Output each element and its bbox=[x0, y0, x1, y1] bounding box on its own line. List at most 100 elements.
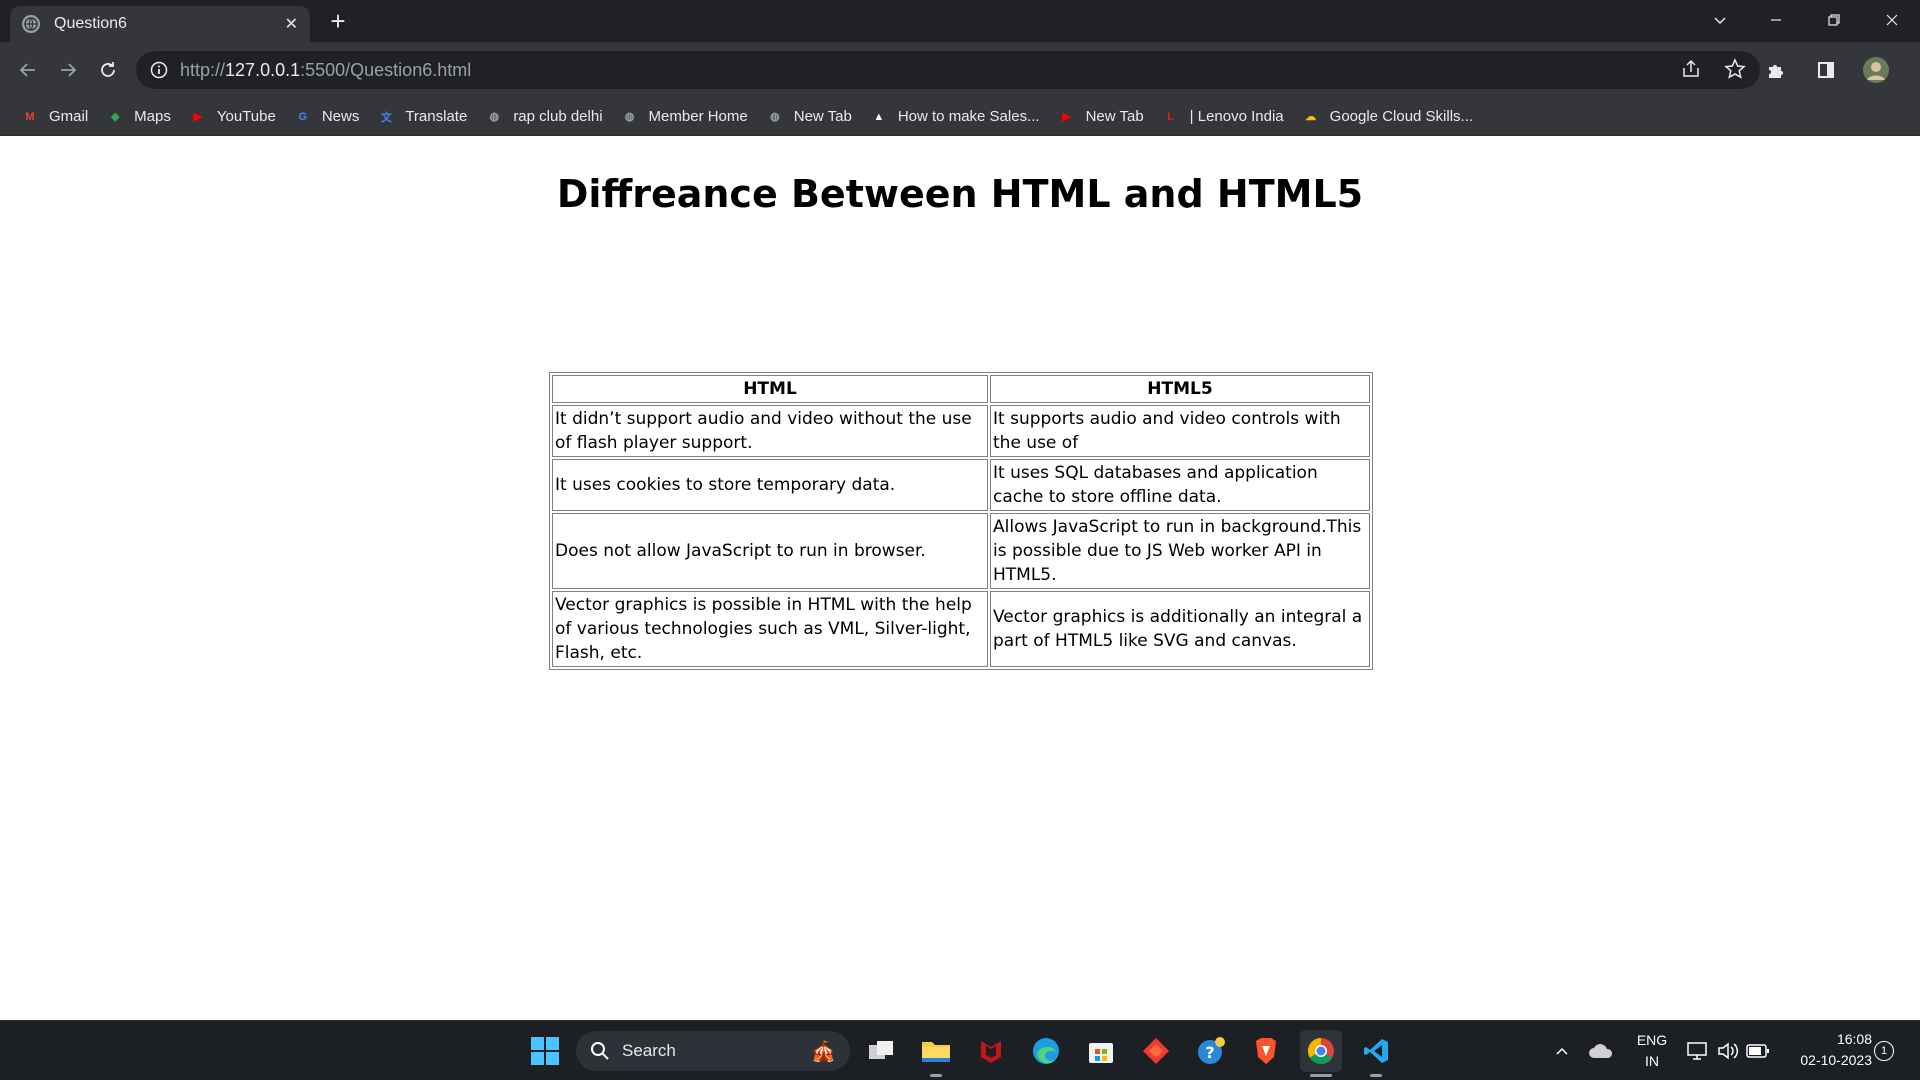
search-highlight-icon: 🎪 bbox=[811, 1040, 836, 1063]
table-cell: Does not allow JavaScript to run in brow… bbox=[552, 513, 988, 589]
lenovo-icon: L bbox=[1167, 110, 1175, 123]
mcafee-icon[interactable] bbox=[970, 1030, 1012, 1072]
battery-icon[interactable] bbox=[1744, 1021, 1772, 1080]
table-cell: It supports audio and video controls wit… bbox=[990, 405, 1370, 457]
bookmark-item[interactable]: G News bbox=[285, 102, 369, 132]
taskbar-search-box[interactable]: Search 🎪 bbox=[576, 1031, 850, 1071]
table-cell: Vector graphics is possible in HTML with… bbox=[552, 591, 988, 667]
bookmark-label: YouTube bbox=[216, 108, 276, 125]
restore-icon[interactable] bbox=[1806, 0, 1862, 40]
task-view-icon[interactable] bbox=[860, 1030, 902, 1072]
close-window-icon[interactable] bbox=[1864, 0, 1920, 40]
notification-badge[interactable]: 1 bbox=[1874, 1041, 1894, 1061]
bookmark-label: New Tab bbox=[1085, 108, 1144, 125]
clock-date: 02-10-2023 bbox=[1800, 1052, 1872, 1068]
translate-icon: 文 bbox=[380, 111, 392, 124]
edge-icon[interactable] bbox=[1025, 1030, 1067, 1072]
system-clock[interactable]: 16:08 02-10-2023 bbox=[1782, 1029, 1872, 1071]
side-panel-icon[interactable] bbox=[1806, 50, 1846, 90]
gmail-icon: M bbox=[25, 110, 35, 123]
globe-icon: ◍ bbox=[489, 111, 500, 123]
profile-avatar[interactable] bbox=[1856, 50, 1896, 90]
bookmark-item[interactable]: ▶ New Tab bbox=[1049, 102, 1153, 132]
close-tab-icon[interactable]: ✕ bbox=[285, 14, 298, 34]
volume-icon[interactable] bbox=[1714, 1021, 1742, 1080]
bookmark-item[interactable]: 文 Translate bbox=[368, 102, 476, 132]
youtube-icon: ▶ bbox=[1062, 111, 1071, 123]
globe-icon bbox=[22, 15, 40, 33]
bookmark-item[interactable]: ◆ Maps bbox=[97, 102, 180, 132]
onedrive-cloud-icon[interactable] bbox=[1584, 1021, 1618, 1080]
share-icon[interactable] bbox=[1680, 58, 1702, 85]
bookmarks-bar: M Gmail ◆ Maps ▶ YouTube G News 文 Translate ◍ rap c… bbox=[0, 98, 1920, 136]
table-cell: It uses SQL databases and application ca… bbox=[990, 459, 1370, 511]
table-row: It didn’t support audio and video withou… bbox=[552, 405, 1370, 457]
bookmark-label: rap club delhi bbox=[513, 108, 603, 125]
globe-icon: ◍ bbox=[624, 111, 635, 123]
bookmark-label: New Tab bbox=[793, 108, 852, 125]
reload-icon[interactable] bbox=[88, 50, 128, 90]
column-header-html5: HTML5 bbox=[990, 375, 1370, 403]
table-row: It uses cookies to store temporary data.… bbox=[552, 459, 1370, 511]
column-header-html: HTML bbox=[552, 375, 988, 403]
site-icon: ▲ bbox=[873, 110, 885, 123]
tab-title: Question6 bbox=[54, 15, 127, 32]
network-icon[interactable] bbox=[1684, 1021, 1712, 1080]
bookmark-label: | Lenovo India bbox=[1189, 108, 1284, 125]
svg-text:?: ? bbox=[1205, 1043, 1214, 1062]
youtube-icon: ▶ bbox=[193, 111, 203, 123]
brave-icon[interactable] bbox=[1245, 1030, 1287, 1072]
search-icon bbox=[591, 1042, 609, 1060]
news-icon: G bbox=[298, 110, 308, 123]
extensions-puzzle-icon[interactable] bbox=[1756, 50, 1796, 90]
google-cloud-icon: ☁ bbox=[1305, 111, 1317, 123]
bookmark-item[interactable]: ◍ Member Home bbox=[612, 102, 757, 132]
chevron-up-icon[interactable] bbox=[1550, 1021, 1574, 1080]
windows-taskbar: Search 🎪 ? ENG IN 16:08 02-10-2023 1 bbox=[0, 1020, 1920, 1080]
bookmark-item[interactable]: M Gmail bbox=[12, 102, 97, 132]
table-row: Does not allow JavaScript to run in brow… bbox=[552, 513, 1370, 589]
bookmark-star-icon[interactable] bbox=[1724, 58, 1746, 85]
start-windows-icon[interactable] bbox=[524, 1030, 566, 1072]
bookmark-item[interactable]: ◍ rap club delhi bbox=[476, 102, 611, 132]
tab-search-chevron-down-icon[interactable] bbox=[1692, 0, 1748, 40]
url-text: http://127.0.0.1:5500/Question6.html bbox=[180, 59, 472, 80]
back-arrow-icon[interactable] bbox=[8, 50, 48, 90]
help-icon[interactable]: ? bbox=[1190, 1030, 1232, 1072]
bookmark-label: Maps bbox=[134, 108, 171, 125]
site-info-icon[interactable] bbox=[150, 61, 168, 79]
bookmark-label: News bbox=[321, 108, 360, 125]
page-heading: Diffreance Between HTML and HTML5 bbox=[556, 172, 1364, 216]
vscode-icon[interactable] bbox=[1355, 1030, 1397, 1077]
bookmark-item[interactable]: ☁ Google Cloud Skills... bbox=[1293, 102, 1482, 132]
table-cell: It uses cookies to store temporary data. bbox=[552, 459, 988, 511]
bookmark-item[interactable]: ▲ How to make Sales... bbox=[861, 102, 1049, 132]
bookmark-label: Translate bbox=[405, 108, 468, 125]
bookmark-item[interactable]: ◍ New Tab bbox=[757, 102, 861, 132]
bookmark-label: Google Cloud Skills... bbox=[1329, 108, 1474, 125]
new-tab-button[interactable]: + bbox=[324, 8, 352, 36]
search-placeholder: Search bbox=[622, 1041, 676, 1060]
microsoft-store-icon[interactable] bbox=[1080, 1030, 1122, 1072]
bookmark-label: Member Home bbox=[648, 108, 748, 125]
tab-question6[interactable]: Question6 ✕ bbox=[10, 6, 310, 42]
clock-time: 16:08 bbox=[1836, 1031, 1872, 1047]
more-menu-icon[interactable] bbox=[1906, 50, 1920, 90]
globe-icon: ◍ bbox=[769, 111, 780, 123]
language-indicator[interactable]: ENG IN bbox=[1632, 1030, 1672, 1072]
forward-arrow-icon[interactable] bbox=[48, 50, 88, 90]
maps-icon: ◆ bbox=[110, 111, 120, 123]
table-cell: Vector graphics is additionally an integ… bbox=[990, 591, 1370, 667]
table-row: Vector graphics is possible in HTML with… bbox=[552, 591, 1370, 667]
bookmark-item[interactable]: L | Lenovo India bbox=[1153, 102, 1293, 132]
browser-toolbar: http://127.0.0.1:5500/Question6.html bbox=[0, 42, 1920, 98]
file-explorer-icon[interactable] bbox=[915, 1030, 957, 1077]
chrome-icon[interactable] bbox=[1300, 1030, 1342, 1077]
bookmark-item[interactable]: ▶ YouTube bbox=[180, 102, 285, 132]
page-content: Diffreance Between HTML and HTML5 HTML H… bbox=[0, 136, 1920, 1020]
bookmark-label: Gmail bbox=[49, 108, 89, 125]
git-app-icon[interactable] bbox=[1135, 1030, 1177, 1072]
address-bar[interactable]: http://127.0.0.1:5500/Question6.html bbox=[136, 51, 1760, 89]
comparison-table: HTML HTML5 It didn’t support audio and v… bbox=[549, 372, 1373, 670]
minimize-icon[interactable] bbox=[1748, 0, 1804, 40]
